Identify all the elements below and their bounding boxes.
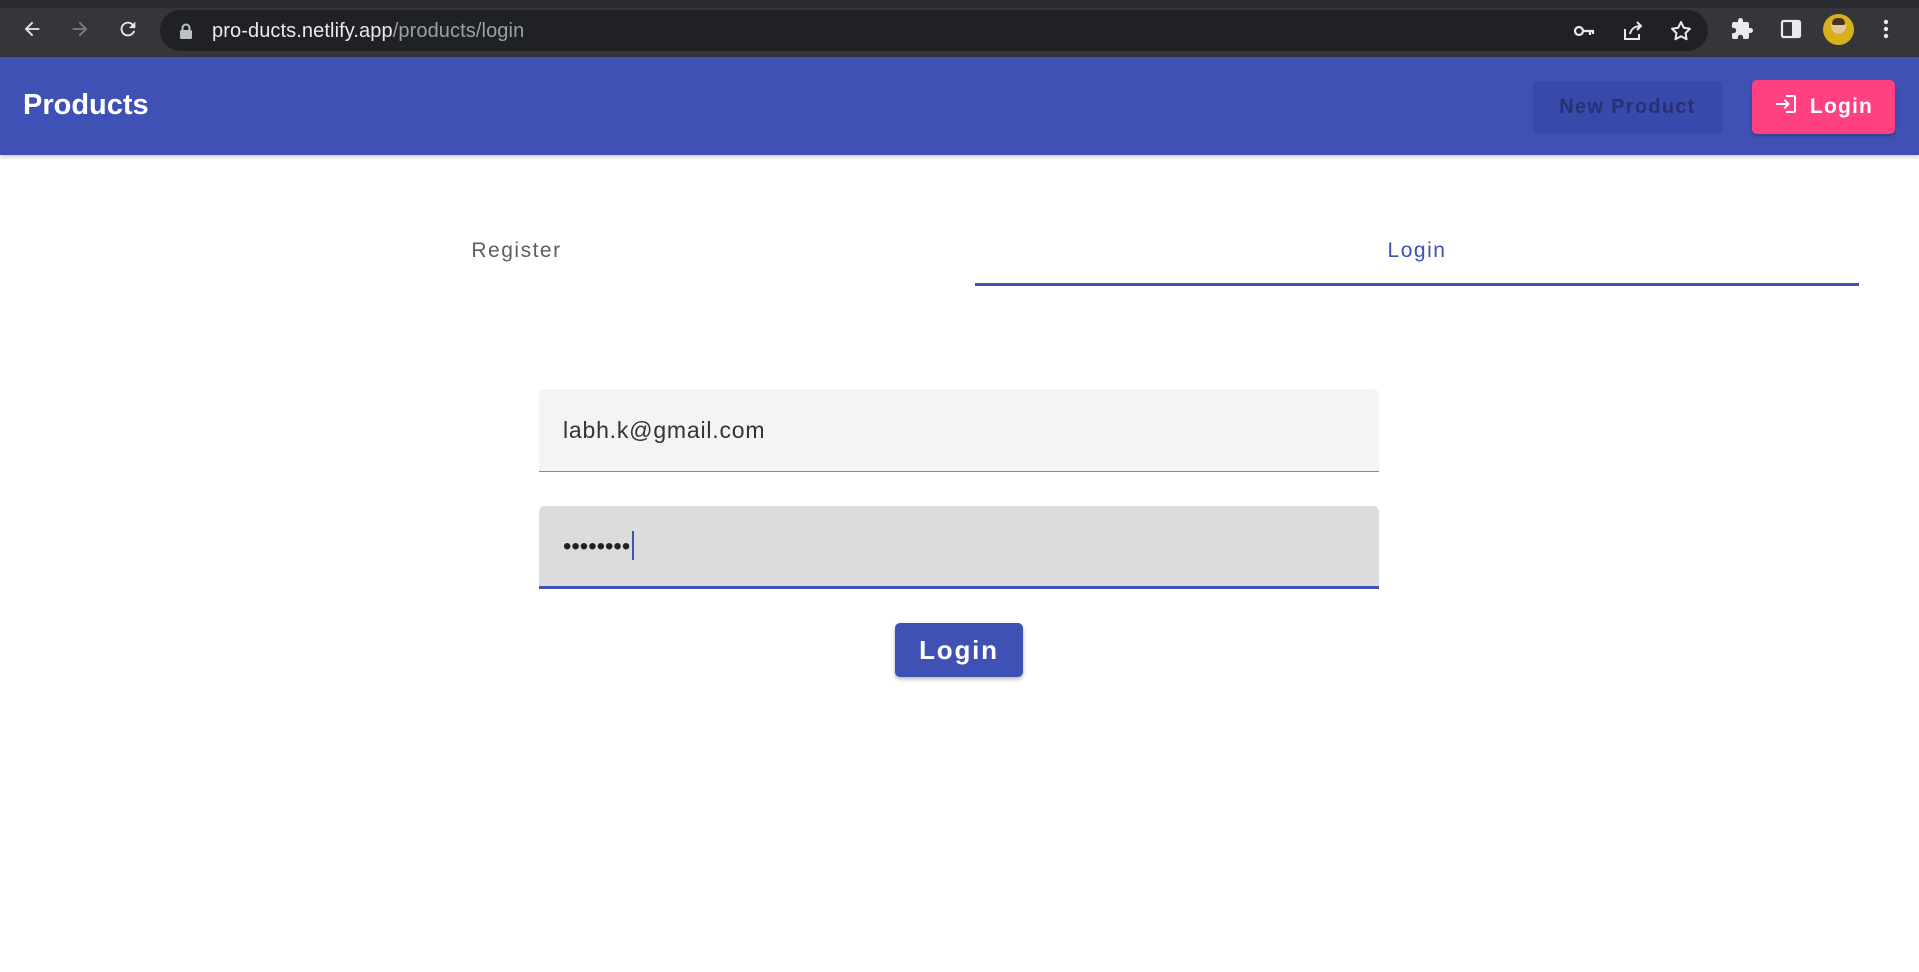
email-field[interactable]: labh.k@gmail.com [539,389,1379,472]
auth-tabs: Register Login [95,215,1860,287]
menu-icon[interactable] [1871,14,1901,44]
new-product-label: New Product [1559,96,1696,118]
share-icon[interactable] [1620,18,1646,44]
tab-login[interactable]: Login [975,215,1859,287]
new-product-button[interactable]: New Product [1533,81,1722,134]
browser-toolbar: pro-ducts.netlify.app/products/login [0,0,1919,57]
extensions-icon[interactable] [1727,14,1757,44]
password-mask: •••••••• [563,533,631,560]
login-nav-label: Login [1809,95,1874,118]
address-bar[interactable]: pro-ducts.netlify.app/products/login [160,10,1708,51]
login-submit-label: Login [919,634,999,665]
tab-register[interactable]: Register [95,215,938,287]
back-icon[interactable] [17,14,47,44]
login-submit-button[interactable]: Login [895,623,1023,677]
login-icon [1774,92,1798,122]
email-value: labh.k@gmail.com [563,417,766,443]
url-host: pro-ducts.netlify.app [212,20,393,42]
text-caret [632,531,635,560]
avatar[interactable] [1823,14,1854,45]
password-value: •••••••• [563,531,635,561]
side-panel-icon[interactable] [1776,14,1806,44]
reload-icon[interactable] [113,14,143,44]
app-title[interactable]: Products [23,89,149,122]
app-toolbar: Products New Product Login [0,57,1919,155]
password-field[interactable]: •••••••• [539,506,1379,589]
tab-strip [0,0,1919,8]
url-text: pro-ducts.netlify.app/products/login [212,20,524,43]
tab-login-label: Login [1387,239,1447,262]
url-path: /products/login [392,20,525,42]
login-nav-button[interactable]: Login [1752,80,1895,134]
lock-icon[interactable] [179,23,193,44]
key-icon[interactable] [1571,18,1597,44]
star-icon[interactable] [1668,18,1694,44]
active-tab-indicator [975,283,1859,286]
forward-icon[interactable] [65,14,95,44]
tab-register-label: Register [471,239,562,262]
